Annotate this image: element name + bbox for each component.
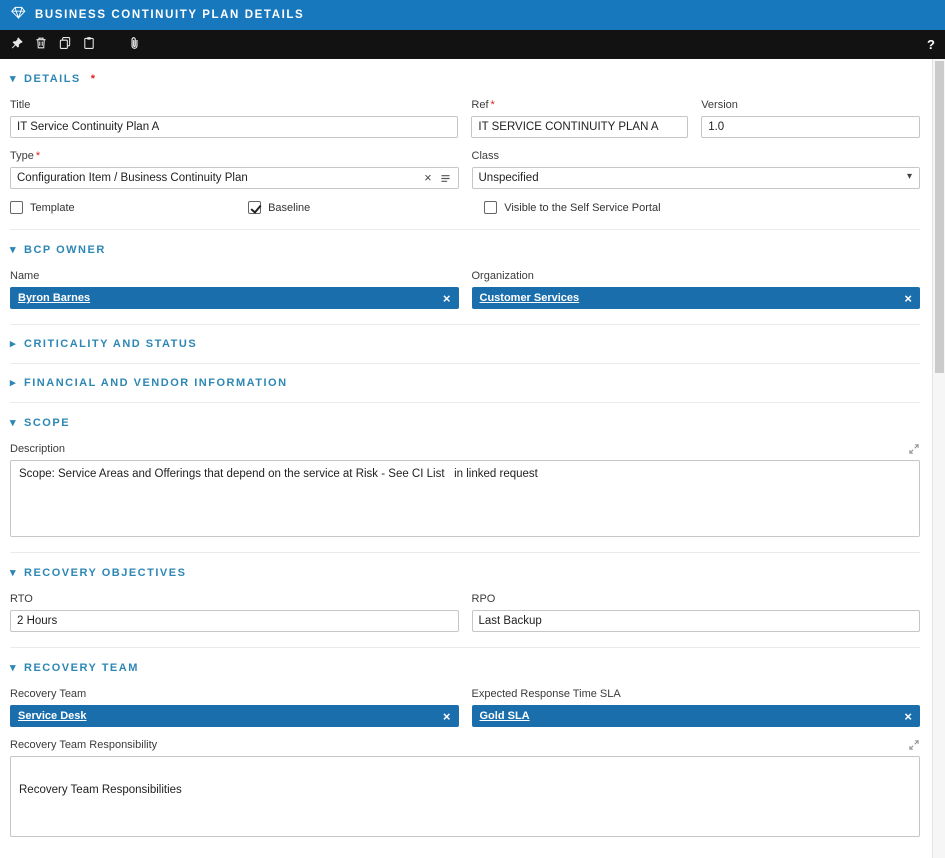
attach-button[interactable] — [122, 33, 146, 57]
class-select[interactable]: Unspecified — [472, 167, 921, 189]
section-title: DETAILS — [24, 73, 81, 85]
class-select-wrap: Unspecified — [472, 167, 921, 189]
form-content: DETAILS * Title Ref* Version Type* — [0, 59, 932, 858]
clear-sla-icon[interactable]: × — [904, 710, 912, 723]
title-input[interactable] — [10, 116, 458, 138]
vertical-scrollbar[interactable] — [932, 59, 945, 858]
section-title: FINANCIAL AND VENDOR INFORMATION — [24, 377, 288, 389]
ssp-visible-label: Visible to the Self Service Portal — [504, 202, 660, 214]
required-asterisk: * — [36, 150, 40, 162]
paste-button[interactable] — [77, 33, 101, 57]
section-header-bcp-owner[interactable]: BCP OWNER — [10, 243, 920, 256]
type-input[interactable] — [10, 167, 459, 189]
section-scope: SCOPE Description Scope: Service Areas a… — [10, 403, 920, 553]
section-recovery-team: RECOVERY TEAM Recovery Team Service Desk… — [10, 648, 920, 852]
version-input[interactable] — [701, 116, 920, 138]
baseline-checkbox-item: Baseline — [248, 201, 471, 214]
section-title: RECOVERY TEAM — [24, 662, 139, 674]
chevron-down-icon — [10, 243, 17, 256]
chevron-down-icon — [10, 566, 17, 579]
rpo-input[interactable] — [472, 610, 921, 632]
clear-organization-icon[interactable]: × — [904, 292, 912, 305]
section-title: RECOVERY OBJECTIVES — [24, 567, 186, 579]
recovery-team-label: Recovery Team — [10, 688, 459, 700]
bcp-gem-icon — [11, 5, 26, 25]
organization-lookup-field: Customer Services × — [472, 287, 921, 309]
responsibility-textarea[interactable]: Recovery Team Responsibilities — [10, 756, 920, 837]
section-criticality: CRITICALITY AND STATUS — [10, 325, 920, 364]
name-lookup-field: Byron Barnes × — [10, 287, 459, 309]
toolbar: ? — [0, 30, 945, 59]
name-field-label: Name — [10, 270, 459, 282]
baseline-label: Baseline — [268, 202, 310, 214]
scrollbar-thumb[interactable] — [935, 61, 944, 373]
organization-field-label: Organization — [472, 270, 921, 282]
template-label: Template — [30, 202, 75, 214]
clear-type-icon[interactable]: × — [424, 172, 431, 185]
recovery-team-link[interactable]: Service Desk — [18, 710, 87, 722]
copy-button[interactable] — [53, 33, 77, 57]
copy-icon — [58, 36, 72, 53]
name-link[interactable]: Byron Barnes — [18, 292, 90, 304]
section-header-recovery-objectives[interactable]: RECOVERY OBJECTIVES — [10, 566, 920, 579]
help-icon[interactable]: ? — [922, 37, 940, 52]
description-label: Description — [10, 443, 65, 455]
delete-button[interactable] — [29, 33, 53, 57]
section-header-criticality[interactable]: CRITICALITY AND STATUS — [10, 337, 920, 350]
sla-link[interactable]: Gold SLA — [480, 710, 530, 722]
paperclip-icon — [127, 36, 142, 54]
chevron-right-icon — [10, 337, 17, 350]
section-details: DETAILS * Title Ref* Version Type* — [10, 59, 920, 230]
ref-input[interactable] — [471, 116, 688, 138]
sla-label: Expected Response Time SLA — [472, 688, 921, 700]
expand-description-icon[interactable] — [908, 443, 920, 455]
chevron-down-icon — [10, 416, 17, 429]
version-field-label: Version — [701, 99, 920, 111]
description-textarea[interactable]: Scope: Service Areas and Offerings that … — [10, 460, 920, 537]
class-field-label: Class — [472, 150, 921, 162]
rto-label: RTO — [10, 593, 459, 605]
ref-field-label: Ref* — [471, 99, 688, 111]
window-titlebar: BUSINESS CONTINUITY PLAN DETAILS — [0, 0, 945, 30]
pin-icon — [10, 36, 24, 53]
section-title: CRITICALITY AND STATUS — [24, 338, 197, 350]
clear-name-icon[interactable]: × — [443, 292, 451, 305]
section-title: SCOPE — [24, 417, 70, 429]
expand-responsibility-icon[interactable] — [908, 739, 920, 751]
organization-link[interactable]: Customer Services — [480, 292, 580, 304]
pin-button[interactable] — [5, 33, 29, 57]
responsibility-label: Recovery Team Responsibility — [10, 739, 157, 751]
chevron-down-icon — [10, 661, 17, 674]
section-header-financial[interactable]: FINANCIAL AND VENDOR INFORMATION — [10, 376, 920, 389]
clear-recovery-team-icon[interactable]: × — [443, 710, 451, 723]
baseline-checkbox[interactable] — [248, 201, 261, 214]
chevron-down-icon — [10, 72, 17, 85]
sla-lookup-field: Gold SLA × — [472, 705, 921, 727]
section-financial: FINANCIAL AND VENDOR INFORMATION — [10, 364, 920, 403]
section-header-scope[interactable]: SCOPE — [10, 416, 920, 429]
section-title: BCP OWNER — [24, 244, 106, 256]
required-asterisk: * — [91, 73, 97, 85]
clipboard-icon — [82, 36, 96, 53]
recovery-team-lookup-field: Service Desk × — [10, 705, 459, 727]
section-bcp-owner: BCP OWNER Name Byron Barnes × Organizati… — [10, 230, 920, 325]
ssp-visible-checkbox-item: Visible to the Self Service Portal — [484, 201, 920, 214]
trash-icon — [34, 36, 48, 53]
rpo-label: RPO — [472, 593, 921, 605]
chevron-right-icon — [10, 376, 17, 389]
window-title: BUSINESS CONTINUITY PLAN DETAILS — [35, 9, 304, 21]
type-field-label: Type* — [10, 150, 459, 162]
section-header-recovery-team[interactable]: RECOVERY TEAM — [10, 661, 920, 674]
section-recovery-objectives: RECOVERY OBJECTIVES RTO RPO — [10, 553, 920, 648]
section-header-details[interactable]: DETAILS * — [10, 72, 920, 85]
ssp-visible-checkbox[interactable] — [484, 201, 497, 214]
title-field-label: Title — [10, 99, 458, 111]
required-asterisk: * — [491, 99, 495, 111]
template-checkbox[interactable] — [10, 201, 23, 214]
type-list-picker-icon[interactable] — [439, 172, 452, 185]
rto-input[interactable] — [10, 610, 459, 632]
template-checkbox-item: Template — [10, 201, 235, 214]
